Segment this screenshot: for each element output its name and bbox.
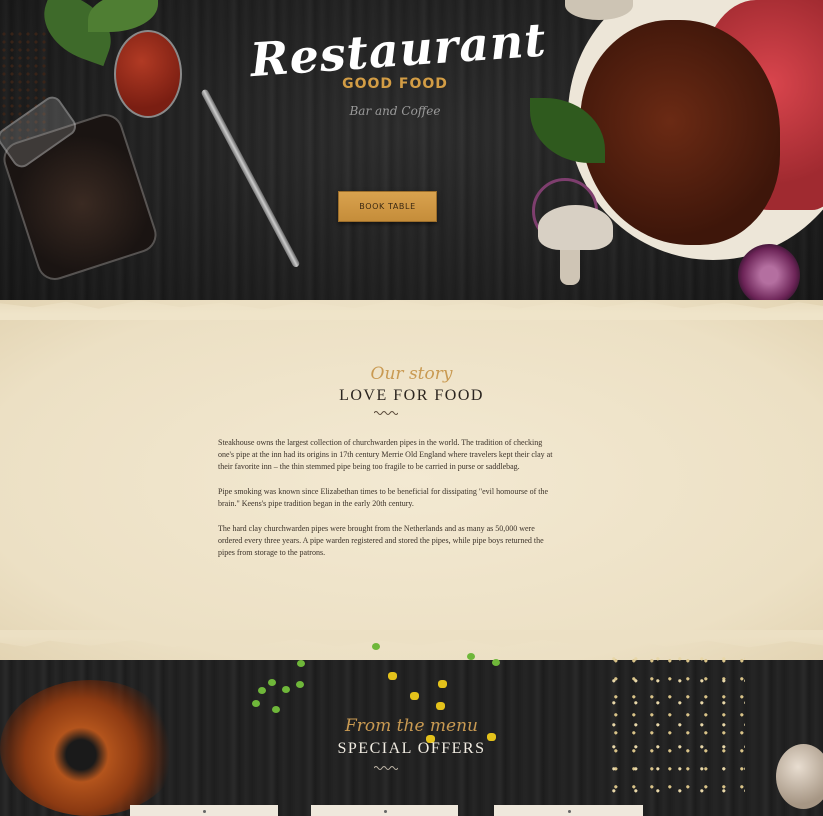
squiggle-divider-icon — [374, 766, 398, 770]
story-paragraph: Steakhouse owns the largest collection o… — [218, 438, 553, 471]
story-paragraph: The hard clay churchwarden pipes were br… — [218, 524, 544, 557]
mushroom-decoration — [538, 205, 613, 250]
restaurant-logo: Restaurant GOOD FOOD Bar and Coffee — [248, 12, 548, 118]
offer-card-pin-icon — [383, 810, 387, 813]
offer-card[interactable] — [311, 805, 458, 816]
story-heading: LOVE FOR FOOD — [339, 387, 484, 404]
offer-card[interactable] — [494, 805, 643, 816]
story-script-heading: Our story — [370, 364, 453, 384]
restaurant-page: Restaurant GOOD FOOD Bar and Coffee BOOK… — [0, 0, 823, 816]
red-onion-decoration — [738, 244, 800, 306]
squiggle-divider-icon — [374, 411, 398, 415]
menu-script-heading: From the menu — [344, 716, 478, 736]
offer-card-pin-icon — [567, 810, 571, 813]
sauce-spoon-decoration — [114, 30, 182, 118]
book-table-button[interactable]: BOOK TABLE — [338, 191, 437, 222]
logo-tagline: Bar and Coffee — [349, 104, 441, 118]
story-text: Steakhouse owns the largest collection o… — [218, 437, 558, 572]
offer-card[interactable] — [130, 805, 278, 816]
story-paragraph: Pipe smoking was known since Elizabethan… — [218, 487, 549, 508]
menu-heading: SPECIAL OFFERS — [337, 740, 486, 757]
offer-card-pin-icon — [203, 810, 206, 813]
